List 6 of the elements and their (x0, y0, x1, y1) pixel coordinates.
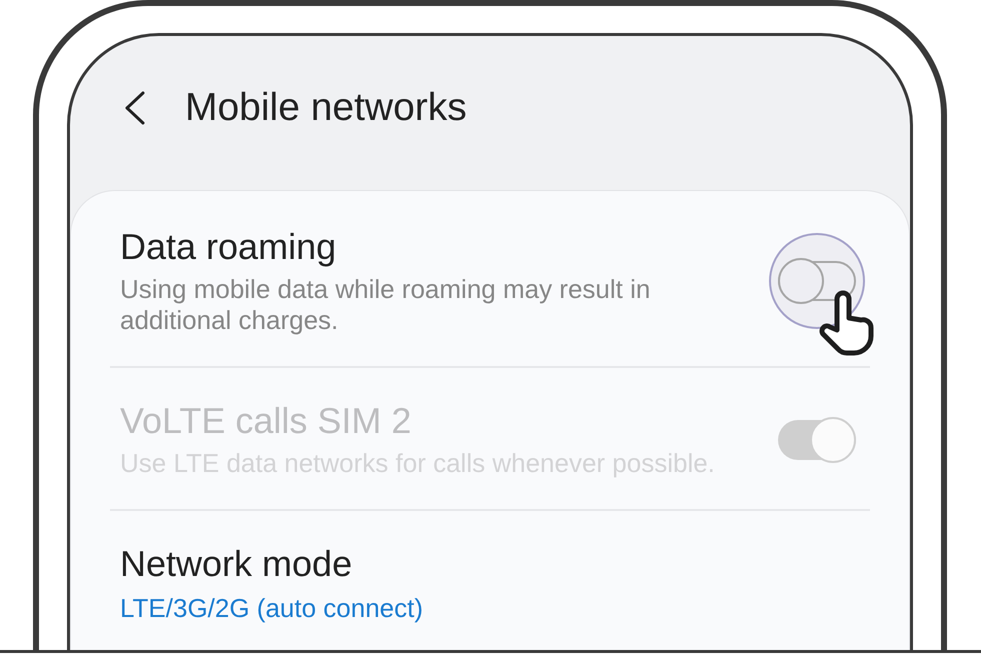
screen-title: Mobile networks (185, 85, 467, 131)
setting-description: Using mobile data while roaming may result in additional charges. (120, 274, 652, 336)
setting-title: Network mode (120, 543, 354, 585)
setting-title: Data roaming (120, 226, 338, 268)
setting-title: VoLTE calls SIM 2 (120, 400, 412, 442)
setting-value: LTE/3G/2G (auto connect) (120, 593, 424, 624)
